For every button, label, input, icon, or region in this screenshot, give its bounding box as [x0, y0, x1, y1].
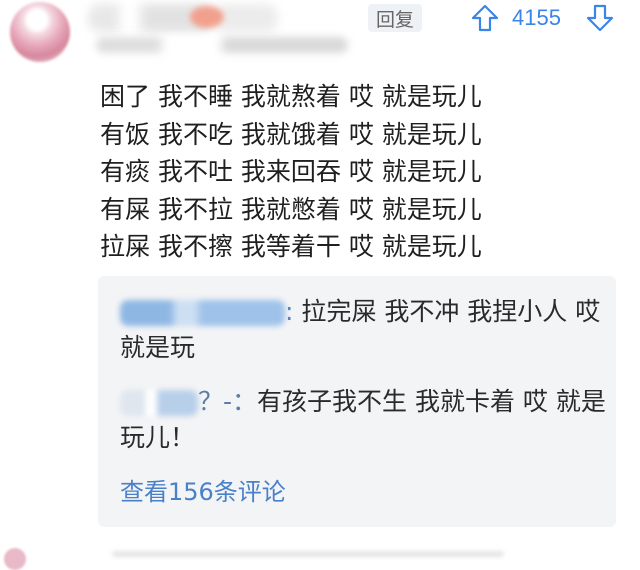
reply-item[interactable]: ？-：有孩子我不生 我就卡着 哎 就是玩儿！: [120, 384, 610, 456]
reply-button[interactable]: 回复: [368, 4, 422, 32]
reply-username-suffix: :: [285, 297, 302, 326]
comment-body: 困了 我不睡 我就熬着 哎 就是玩儿 有饭 我不吃 我就饿着 哎 就是玩儿 有痰…: [100, 78, 620, 266]
reply-username-suffix: ？-：: [198, 387, 258, 416]
reply-preview-box[interactable]: : 拉完屎 我不冲 我捏小人 哎 就是玩 ？-：有孩子我不生 我就卡着 哎 就是…: [98, 276, 616, 527]
comment-meta-redacted: [96, 37, 348, 53]
reply-username-redacted[interactable]: [120, 300, 285, 326]
divider: [112, 551, 504, 557]
next-comment-avatar[interactable]: [4, 548, 26, 570]
username-redacted[interactable]: [88, 4, 278, 32]
comment-line: 有屎 我不拉 我就憋着 哎 就是玩儿: [100, 194, 482, 224]
reply-username-redacted[interactable]: [120, 390, 198, 416]
comment-line: 有痰 我不吐 我来回吞 哎 就是玩儿: [100, 157, 482, 186]
arrow-up-icon[interactable]: [471, 4, 499, 32]
view-more-replies-link[interactable]: 查看156条评论: [120, 472, 286, 507]
comment-header: 回复 4155: [0, 0, 640, 70]
comment-line: 拉屎 我不擦 我等着干 哎 就是玩儿: [100, 232, 482, 261]
arrow-down-icon[interactable]: [586, 4, 614, 32]
avatar[interactable]: [10, 2, 70, 62]
vote-count: 4155: [512, 5, 561, 30]
comment-line: 有饭 我不吃 我就饿着 哎 就是玩儿: [100, 119, 482, 149]
reply-item[interactable]: : 拉完屎 我不冲 我捏小人 哎 就是玩: [120, 294, 610, 366]
user-badge-redacted: [190, 6, 224, 28]
comment-line: 困了 我不睡 我就熬着 哎 就是玩儿: [100, 82, 482, 111]
